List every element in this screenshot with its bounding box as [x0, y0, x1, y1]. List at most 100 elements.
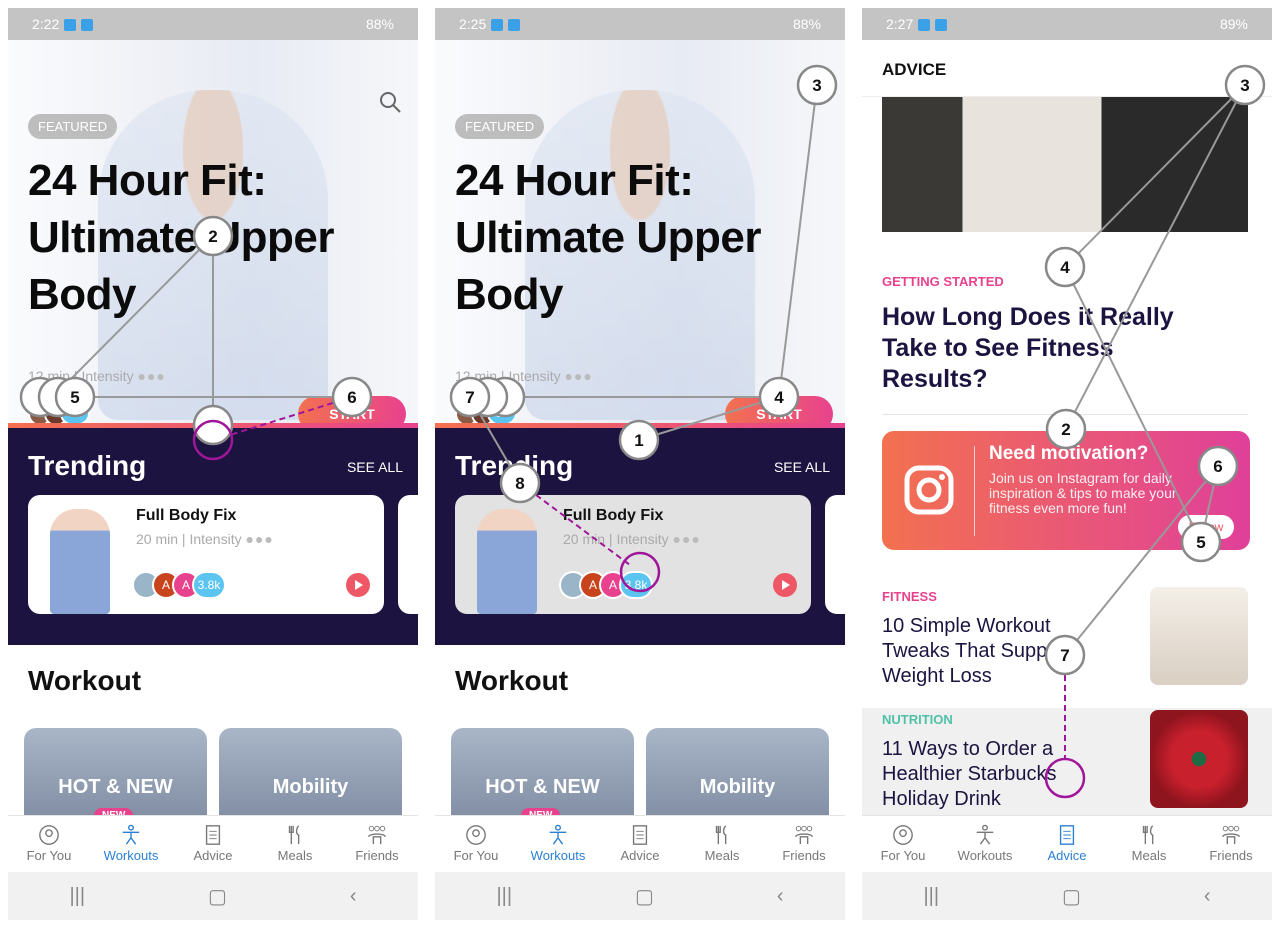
trending-title: Trending	[455, 450, 574, 481]
trending-title: Trending	[28, 450, 147, 481]
document-icon	[1059, 825, 1075, 845]
battery-level: 88%	[365, 16, 394, 32]
phone-screen-workouts-1: 2:22 88% FEATURED 24 Hour Fit: Ultimate …	[8, 8, 418, 920]
friends-icon	[795, 825, 813, 845]
fork-knife-icon	[1142, 825, 1154, 845]
trending-card[interactable]: Full Body Fix 20 min | Intensity ●●● AA3…	[28, 495, 384, 614]
nav-workouts[interactable]: Workouts	[90, 816, 172, 872]
nav-label: Advice	[1047, 848, 1087, 863]
duration: 20 min	[563, 531, 606, 547]
category-hot-new[interactable]: HOT & NEWNEW	[451, 728, 634, 828]
featured-article-title[interactable]: How Long Does it Really Take to See Fitn…	[882, 302, 1222, 395]
recents-button[interactable]: |||	[69, 885, 85, 908]
featured-hero[interactable]: FEATURED 24 Hour Fit: Ultimate Upper Bod…	[435, 40, 845, 432]
category-mobility[interactable]: Mobility	[219, 728, 402, 828]
profile-icon	[39, 825, 59, 845]
trending-card-next[interactable]	[825, 495, 845, 614]
nav-meals[interactable]: Meals	[1108, 816, 1190, 872]
status-time: 2:27	[886, 16, 914, 32]
bottom-nav: For You Workouts Advice Meals Friends	[8, 815, 418, 872]
nav-for-you[interactable]: For You	[8, 816, 90, 872]
article-thumbnail[interactable]	[1150, 587, 1248, 685]
intensity-label: Intensity	[81, 368, 134, 384]
workout-meta: 12 min | Intensity ●●●	[455, 368, 593, 384]
friends-icon	[368, 825, 386, 845]
nav-label: Advice	[620, 848, 660, 863]
nav-advice[interactable]: Advice	[172, 816, 254, 872]
nav-advice[interactable]: Advice	[599, 816, 681, 872]
nav-advice[interactable]: Advice	[1026, 816, 1108, 872]
play-icon[interactable]	[346, 573, 370, 597]
recents-button[interactable]: |||	[923, 885, 939, 908]
play-icon[interactable]	[773, 573, 797, 597]
duration: 20 min	[136, 531, 179, 547]
nav-label: Friends	[355, 848, 399, 863]
follow-button[interactable]: Follow	[1178, 515, 1234, 539]
phone-screen-workouts-2: 2:25 88% FEATURED 24 Hour Fit: Ultimate …	[435, 8, 845, 920]
see-all-link[interactable]: SEE ALL	[774, 459, 830, 475]
system-nav-bar: ||| ▢ ‹	[8, 872, 418, 920]
trending-card-meta: 20 min | Intensity ●●●	[136, 531, 274, 547]
nav-for-you[interactable]: For You	[435, 816, 517, 872]
category-hot-new[interactable]: HOT & NEWNEW	[24, 728, 207, 828]
workout-meta: 12 min | Intensity ●●●	[28, 368, 166, 384]
featured-badge: FEATURED	[28, 114, 118, 139]
trending-card-name: Full Body Fix	[563, 507, 664, 524]
status-time: 2:22	[32, 16, 60, 32]
recents-button[interactable]: |||	[496, 885, 512, 908]
nav-label: Meals	[704, 848, 740, 863]
back-button[interactable]: ‹	[1204, 885, 1211, 908]
nav-meals[interactable]: Meals	[254, 816, 336, 872]
category-mobility[interactable]: Mobility	[646, 728, 829, 828]
article-category: NUTRITION	[882, 712, 953, 727]
nav-friends[interactable]: Friends	[763, 816, 845, 872]
battery-level: 88%	[792, 16, 821, 32]
nav-for-you[interactable]: For You	[862, 816, 944, 872]
trending-card-meta: 20 min | Intensity ●●●	[563, 531, 701, 547]
nav-workouts[interactable]: Workouts	[944, 816, 1026, 872]
phone-screen-advice: 2:27 89% ADVICE GETTING STARTED How Long…	[862, 8, 1272, 920]
battery-level: 89%	[1219, 16, 1248, 32]
nav-workouts[interactable]: Workouts	[517, 816, 599, 872]
instagram-banner[interactable]: Need motivation? Join us on Instagram fo…	[882, 431, 1250, 550]
nav-friends[interactable]: Friends	[1190, 816, 1272, 872]
participant-count: 3.8k	[619, 571, 653, 599]
nav-label: For You	[453, 848, 499, 863]
featured-article-image[interactable]	[882, 97, 1248, 232]
nav-label: Workouts	[530, 848, 586, 863]
trending-section: Trending SEE ALL Full Body Fix 20 min | …	[8, 428, 418, 645]
workout-title: 24 Hour Fit: Ultimate Upper Body	[455, 156, 761, 319]
home-button[interactable]: ▢	[635, 884, 654, 909]
workout-figure-icon	[549, 824, 567, 845]
search-icon[interactable]	[378, 90, 402, 114]
intensity-label: Intensity	[616, 531, 669, 547]
nav-friends[interactable]: Friends	[336, 816, 418, 872]
participant-count: 3.8k	[192, 571, 226, 599]
nav-label: For You	[880, 848, 926, 863]
see-all-link[interactable]: SEE ALL	[347, 459, 403, 475]
home-button[interactable]: ▢	[208, 884, 227, 909]
fork-knife-icon	[288, 825, 300, 845]
article-thumbnail[interactable]	[1150, 710, 1248, 808]
home-button[interactable]: ▢	[1062, 884, 1081, 909]
system-nav-bar: ||| ▢ ‹	[862, 872, 1272, 920]
workout-thumbnail	[50, 509, 110, 614]
trending-card-next[interactable]	[398, 495, 418, 614]
article-title[interactable]: 11 Ways to Order a Healthier Starbucks H…	[882, 737, 1112, 812]
participant-avatars: A A 3.8k	[559, 571, 653, 599]
nav-meals[interactable]: Meals	[681, 816, 763, 872]
article-category: FITNESS	[882, 589, 937, 604]
bottom-nav: For You Workouts Advice Meals Friends	[435, 815, 845, 872]
trending-card[interactable]: Full Body Fix 20 min | Intensity ●●● AA3…	[455, 495, 811, 614]
article-title[interactable]: 10 Simple Workout Tweaks That Support We…	[882, 614, 1112, 689]
featured-badge: FEATURED	[455, 114, 545, 139]
back-button[interactable]: ‹	[350, 885, 357, 908]
featured-hero[interactable]: FEATURED 24 Hour Fit: Ultimate Upper Bod…	[8, 40, 418, 432]
workout-thumbnail	[477, 509, 537, 614]
back-button[interactable]: ‹	[777, 885, 784, 908]
nav-label: Meals	[277, 848, 313, 863]
page-title: ADVICE	[862, 40, 1272, 97]
intensity-label: Intensity	[189, 531, 242, 547]
nav-label: Friends	[782, 848, 826, 863]
divider	[882, 414, 1248, 415]
